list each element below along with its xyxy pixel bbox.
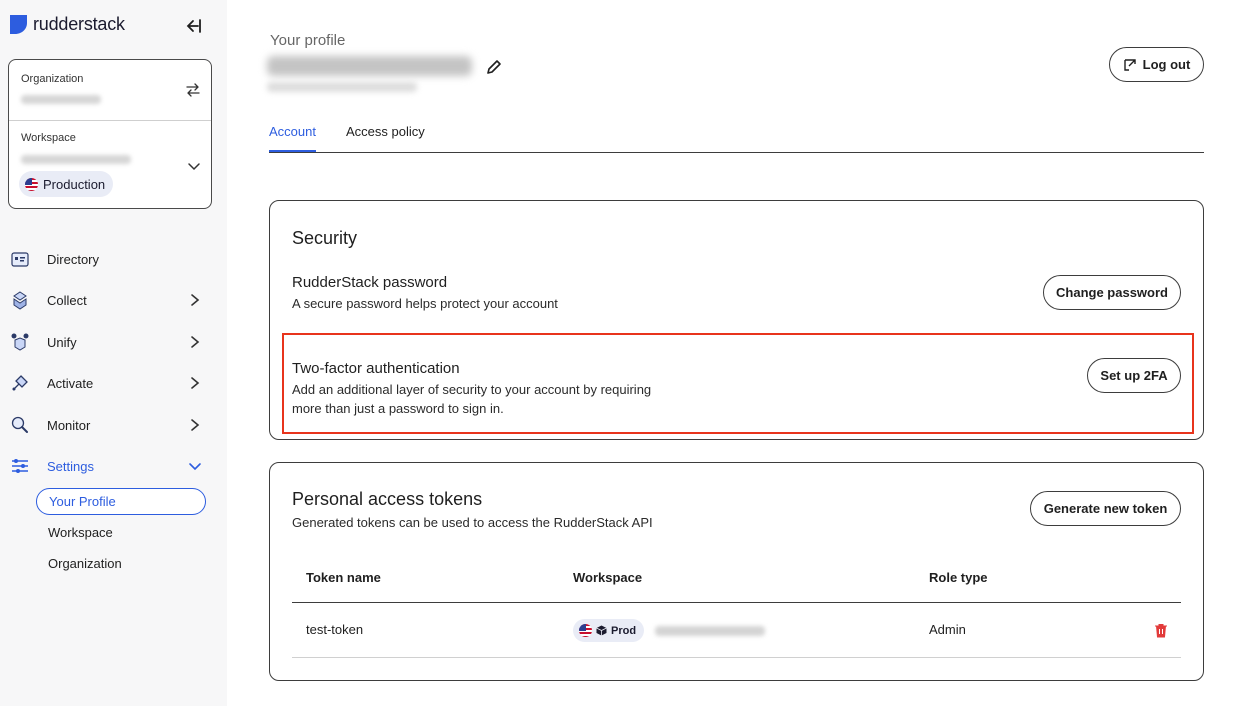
directory-icon bbox=[11, 252, 29, 267]
subnav-organization[interactable]: Organization bbox=[36, 550, 206, 577]
logo[interactable]: rudderstack bbox=[10, 14, 125, 35]
nav-label: Collect bbox=[47, 292, 87, 308]
organization-label: Organization bbox=[21, 73, 84, 85]
chevron-right-icon bbox=[191, 294, 200, 306]
nav-label: Monitor bbox=[47, 417, 91, 433]
table-header-divider bbox=[292, 602, 1181, 603]
page-title: Your profile bbox=[270, 32, 346, 49]
nav-label: Settings bbox=[47, 458, 94, 474]
twofa-description-line2: more than just a password to sign in. bbox=[292, 401, 504, 416]
tokens-description: Generated tokens can be used to access t… bbox=[292, 515, 653, 530]
nav-label: Directory bbox=[47, 251, 100, 267]
chevron-right-icon bbox=[191, 419, 200, 431]
nav-item-directory[interactable]: Directory bbox=[10, 247, 210, 271]
twofa-title: Two-factor authentication bbox=[292, 360, 460, 377]
profile-tabs: Account Access policy bbox=[269, 118, 1204, 153]
collapse-sidebar-icon[interactable] bbox=[184, 17, 202, 35]
brand-name: rudderstack bbox=[33, 14, 125, 34]
settings-icon bbox=[12, 459, 28, 473]
environment-badge: Production bbox=[19, 171, 114, 197]
nav-label: Unify bbox=[47, 334, 77, 350]
logout-button[interactable]: Log out bbox=[1109, 47, 1204, 82]
twofa-description-line1: Add an additional layer of security to y… bbox=[292, 382, 652, 397]
chevron-down-icon[interactable] bbox=[187, 159, 201, 173]
generate-token-button[interactable]: Generate new token bbox=[1030, 491, 1181, 526]
subnav-your-profile[interactable]: Your Profile bbox=[36, 488, 206, 515]
tokens-card: Personal access tokens Generated tokens … bbox=[269, 462, 1204, 681]
workspace-label: Workspace bbox=[21, 132, 76, 144]
security-card: Security RudderStack password A secure p… bbox=[269, 200, 1204, 440]
nav-item-settings[interactable]: Settings bbox=[10, 454, 210, 478]
environment-label: Production bbox=[43, 176, 106, 192]
delete-trash-icon[interactable] bbox=[1154, 623, 1168, 638]
table-row-divider bbox=[292, 657, 1181, 658]
organization-name-redacted bbox=[21, 95, 101, 104]
nav-item-activate[interactable]: Activate bbox=[10, 371, 210, 395]
token-environment-badge: Prod bbox=[573, 619, 645, 642]
token-environment-label: Prod bbox=[611, 624, 637, 637]
tokens-title: Personal access tokens bbox=[292, 489, 483, 509]
nav-item-unify[interactable]: Unify bbox=[10, 330, 210, 354]
rudderstack-logo-icon bbox=[10, 15, 27, 34]
password-title: RudderStack password bbox=[292, 274, 448, 291]
column-header-workspace: Workspace bbox=[573, 570, 643, 585]
logout-label: Log out bbox=[1142, 57, 1191, 72]
workspace-name-redacted bbox=[21, 155, 131, 164]
sidebar: rudderstack Organization Workspace Produ… bbox=[0, 0, 227, 706]
edit-pencil-icon[interactable] bbox=[485, 58, 503, 76]
column-header-token-name: Token name bbox=[306, 570, 381, 585]
token-workspace-redacted bbox=[655, 626, 765, 636]
swap-organization-icon[interactable] bbox=[185, 82, 201, 98]
chevron-down-icon bbox=[189, 463, 201, 471]
nav-label: Activate bbox=[47, 375, 94, 391]
chevron-right-icon bbox=[191, 336, 200, 348]
user-email-redacted bbox=[267, 82, 417, 92]
nav-item-monitor[interactable]: Monitor bbox=[10, 413, 210, 437]
tab-access-policy[interactable]: Access policy bbox=[346, 124, 425, 150]
tab-account[interactable]: Account bbox=[269, 124, 316, 152]
column-header-role-type: Role type bbox=[929, 570, 988, 585]
token-name-cell: test-token bbox=[306, 622, 364, 637]
password-description: A secure password helps protect your acc… bbox=[292, 296, 558, 311]
cube-icon bbox=[596, 625, 607, 636]
security-title: Security bbox=[292, 228, 358, 248]
nav-item-collect[interactable]: Collect bbox=[10, 288, 210, 312]
token-role-cell: Admin bbox=[929, 622, 966, 637]
organization-section[interactable]: Organization bbox=[9, 60, 211, 121]
main-content: Your profile Log out Account Access poli… bbox=[227, 0, 1235, 706]
logout-icon bbox=[1123, 58, 1136, 71]
change-password-button[interactable]: Change password bbox=[1043, 275, 1181, 310]
collect-icon bbox=[13, 291, 27, 310]
chevron-right-icon bbox=[191, 377, 200, 389]
us-flag-icon bbox=[579, 624, 592, 637]
setup-2fa-button[interactable]: Set up 2FA bbox=[1087, 358, 1181, 393]
monitor-icon bbox=[11, 416, 28, 433]
user-name-redacted bbox=[267, 56, 472, 76]
activate-icon bbox=[12, 375, 28, 391]
unify-icon bbox=[11, 333, 29, 351]
us-flag-icon bbox=[25, 177, 38, 191]
subnav-workspace[interactable]: Workspace bbox=[36, 519, 206, 546]
